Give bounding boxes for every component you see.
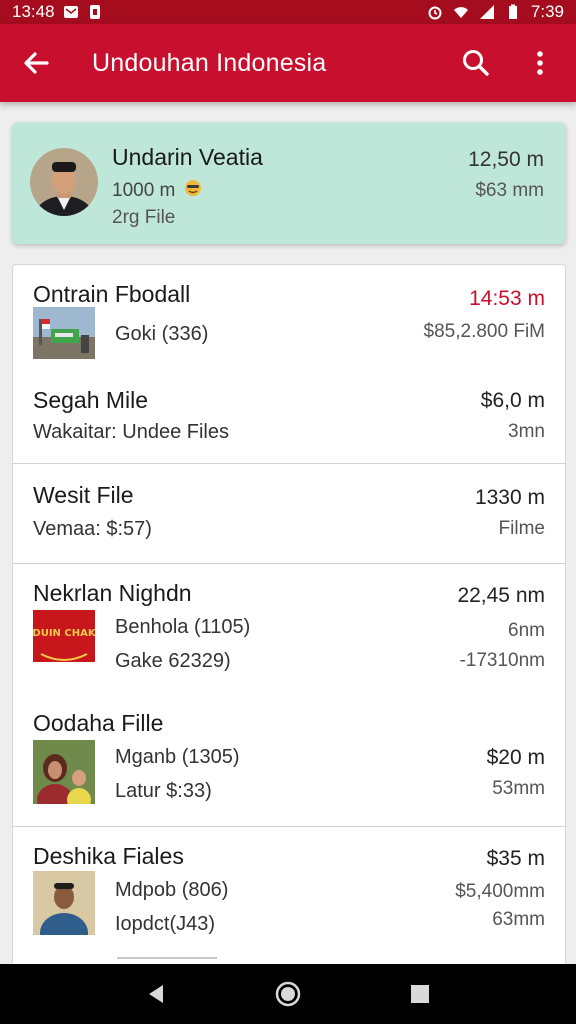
item-line-1: Benhola (1105) (115, 616, 251, 638)
status-bar: 13:48 7:39 (0, 0, 576, 24)
item-title: Segah Mile (33, 387, 149, 413)
item-right-1: $20 m (486, 746, 545, 769)
featured-sub: 2rg File (112, 207, 176, 228)
item-line-2: Iopdct(J43) (115, 913, 216, 935)
item-thumbnail (33, 871, 95, 935)
alarm-icon (427, 4, 443, 20)
item-thumbnail (33, 307, 95, 359)
list-item[interactable]: Deshika Fiales Mdpob (806) Iopdct(J43) $… (13, 827, 565, 973)
item-right-2: 53mm (492, 778, 545, 799)
sim-icon (87, 4, 103, 20)
item-title: Oodaha Fille (33, 710, 164, 736)
item-line-1: Vemaa: $:57) (33, 518, 152, 540)
item-thumbnail (33, 740, 95, 804)
item-right-1: 22,45 nm (457, 584, 545, 607)
item-line-1: Goki (336) (115, 323, 209, 345)
scroll-indicator (117, 957, 217, 959)
item-right-3: 63mm (492, 909, 545, 930)
back-triangle-icon[interactable] (136, 974, 176, 1014)
search-icon[interactable] (458, 45, 494, 81)
featured-right-bottom: $63 mm (475, 180, 544, 201)
item-right-1: 14:53 m (469, 287, 545, 310)
recents-square-icon[interactable] (400, 974, 440, 1014)
signal-icon (479, 4, 495, 20)
navigation-bar (0, 964, 576, 1024)
item-right-2: Filme (498, 518, 545, 539)
item-line-1: Mdpob (806) (115, 879, 229, 901)
item-right-3: -17310nm (459, 650, 545, 671)
list-item[interactable]: Nekrlan Nighdn DUIN CHAK Benhola (1105) … (13, 564, 565, 826)
back-arrow-icon[interactable] (18, 45, 54, 81)
item-right-2: 6nm (508, 620, 545, 641)
item-right-1: $6,0 m (480, 389, 545, 412)
featured-right-top: 12,50 m (468, 148, 544, 171)
item-title: Ontrain Fbodall (33, 281, 191, 307)
more-vert-icon[interactable] (522, 45, 558, 81)
featured-card[interactable]: Undarin Veatia 1000 m 2rg File 12,50 m $… (12, 122, 566, 244)
home-circle-icon[interactable] (268, 974, 308, 1014)
item-title: Nekrlan Nighdn (33, 580, 192, 606)
wifi-icon (453, 4, 469, 20)
featured-meta-text: 1000 m (112, 180, 176, 201)
status-time-left: 13:48 (12, 2, 55, 21)
avatar (30, 148, 98, 216)
list-item[interactable]: Ontrain Fbodall Goki (336) 14:53 m $85,2… (13, 265, 565, 463)
file-list: Ontrain Fbodall Goki (336) 14:53 m $85,2… (12, 264, 566, 974)
item-title: Deshika Fiales (33, 843, 184, 869)
emoji-icon (183, 178, 203, 204)
item-right-2: $5,400mm (455, 881, 545, 902)
item-line-2: Gake 62329) (115, 650, 231, 672)
thumb-text: DUIN CHAK (33, 628, 95, 639)
item-line-2: Latur $:33) (115, 780, 212, 802)
featured-meta: 1000 m (112, 178, 203, 204)
battery-icon (505, 4, 521, 20)
item-line-1: Mganb (1305) (115, 746, 240, 768)
app-bar: Undouhan Indonesia (0, 24, 576, 102)
message-icon (63, 4, 79, 20)
page-title: Undouhan Indonesia (92, 48, 327, 77)
item-right-1: 1330 m (474, 486, 545, 509)
item-thumbnail: DUIN CHAK (33, 610, 95, 662)
item-right-1: $35 m (486, 847, 545, 870)
list-item[interactable]: Wesit File Vemaa: $:57) 1330 m Filme (13, 464, 565, 563)
item-right-2: 3mn (508, 421, 545, 442)
featured-name: Undarin Veatia (112, 144, 263, 170)
item-right-2: $85,2.800 FiM (423, 321, 545, 342)
item-title: Wesit File (33, 482, 134, 508)
status-time-right: 7:39 (530, 2, 564, 21)
item-line-1: Wakaitar: Undee Files (33, 421, 229, 443)
